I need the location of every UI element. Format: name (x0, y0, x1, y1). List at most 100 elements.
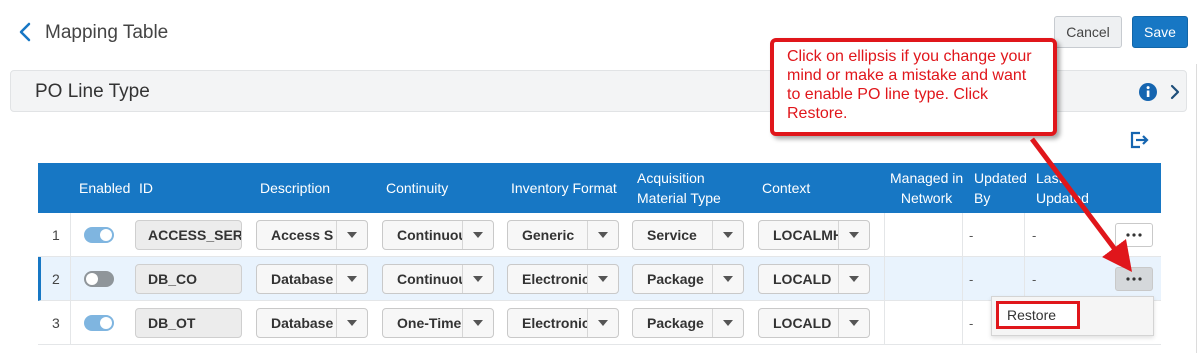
ellipsis-icon (1126, 277, 1142, 281)
row-number: 1 (52, 227, 60, 243)
back-arrow-icon[interactable] (14, 20, 38, 44)
col-managed-line2: Network (900, 190, 953, 206)
col-acquisition-material-type[interactable]: Acquisition Material Type (637, 163, 721, 213)
ellipsis-icon (1126, 233, 1142, 237)
col-description[interactable]: Description (260, 163, 330, 213)
toggle-knob (100, 317, 112, 329)
context-value: LOCALD (759, 309, 839, 337)
restore-menu-item[interactable]: Restore (996, 301, 1080, 329)
updated-by-value: - (969, 315, 974, 331)
cancel-button[interactable]: Cancel (1054, 16, 1122, 48)
dropdown-caret-icon (588, 309, 618, 337)
dropdown-caret-icon (713, 265, 743, 293)
dropdown-caret-icon (588, 265, 618, 293)
continuity-select[interactable]: Continuous (382, 264, 494, 294)
acquisition-material-type-value: Package (633, 265, 713, 293)
table-row[interactable]: 2 DB_CO Database Continuous Electronic P… (38, 257, 1161, 301)
inventory-format-value: Electronic (508, 265, 588, 293)
chevron-right-icon[interactable] (1166, 82, 1184, 102)
inventory-format-value: Electronic (508, 309, 588, 337)
description-select[interactable]: Database (256, 264, 368, 294)
dropdown-caret-icon (463, 221, 493, 249)
page-title: Mapping Table (45, 22, 169, 43)
description-value: Access S (257, 221, 337, 249)
row-number: 3 (52, 315, 60, 331)
divider (884, 257, 885, 301)
divider (962, 213, 963, 257)
description-value: Database (257, 309, 337, 337)
dropdown-caret-icon (463, 265, 493, 293)
updated-by-value: - (969, 227, 974, 243)
last-updated-value: - (1032, 271, 1037, 287)
col-updated-by[interactable]: Updated By (974, 163, 1027, 213)
col-updated-line1: Updated (974, 170, 1027, 186)
inventory-format-select[interactable]: Electronic (507, 308, 619, 338)
col-continuity[interactable]: Continuity (386, 163, 448, 213)
export-icon[interactable] (1128, 130, 1150, 150)
dropdown-caret-icon (839, 221, 869, 249)
context-select[interactable]: LOCALD (758, 264, 870, 294)
dropdown-caret-icon (839, 309, 869, 337)
inventory-format-select[interactable]: Generic (507, 220, 619, 250)
divider (1024, 213, 1025, 257)
row-number: 2 (52, 271, 60, 287)
description-value: Database (257, 265, 337, 293)
acquisition-material-type-value: Package (633, 309, 713, 337)
section-title: PO Line Type (35, 81, 150, 102)
divider (884, 301, 885, 345)
acquisition-material-type-select[interactable]: Service (632, 220, 744, 250)
col-inventory-format[interactable]: Inventory Format (511, 163, 617, 213)
id-field: DB_OT (135, 308, 242, 338)
description-select[interactable]: Access S (256, 220, 368, 250)
toggle-knob (86, 273, 98, 285)
continuity-value: One-Time (383, 309, 463, 337)
continuity-select[interactable]: Continuous (382, 220, 494, 250)
col-managed-in-network[interactable]: Managed in Network (890, 163, 963, 213)
continuity-value: Continuous (383, 221, 463, 249)
enabled-toggle[interactable] (84, 227, 114, 243)
info-icon[interactable] (1138, 82, 1158, 102)
divider (962, 257, 963, 301)
toggle-knob (100, 229, 112, 241)
acquisition-material-type-select[interactable]: Package (632, 264, 744, 294)
divider (70, 257, 71, 301)
dropdown-caret-icon (337, 265, 367, 293)
row-actions-ellipsis-button[interactable] (1115, 267, 1153, 291)
divider (70, 301, 71, 345)
save-button[interactable]: Save (1132, 16, 1188, 48)
row-actions-ellipsis-button[interactable] (1115, 223, 1153, 247)
continuity-value: Continuous (383, 265, 463, 293)
col-id[interactable]: ID (139, 163, 153, 213)
col-managed-line1: Managed in (890, 170, 964, 186)
table-row[interactable]: 1 ACCESS_SER Access S Continuous Generic… (38, 213, 1161, 257)
enabled-toggle[interactable] (84, 271, 114, 287)
acquisition-material-type-select[interactable]: Package (632, 308, 744, 338)
continuity-select[interactable]: One-Time (382, 308, 494, 338)
col-acquisition-line1: Acquisition (637, 170, 705, 186)
row-actions-menu: Restore (991, 296, 1154, 336)
divider (1024, 257, 1025, 301)
divider (884, 213, 885, 257)
divider (70, 213, 71, 257)
context-select[interactable]: LOCALD (758, 308, 870, 338)
dropdown-caret-icon (337, 221, 367, 249)
acquisition-material-type-value: Service (633, 221, 713, 249)
col-last-line2: Updated (1036, 190, 1089, 206)
inventory-format-value: Generic (508, 221, 588, 249)
dropdown-caret-icon (463, 309, 493, 337)
col-last-updated[interactable]: Last Updated (1036, 163, 1089, 213)
id-field: ACCESS_SER (135, 220, 242, 250)
context-select[interactable]: LOCALMH (758, 220, 870, 250)
annotation-callout: Click on ellipsis if you change your min… (770, 38, 1057, 136)
col-context[interactable]: Context (762, 163, 810, 213)
col-acquisition-line2: Material Type (637, 190, 721, 206)
col-enabled[interactable]: Enabled (79, 163, 130, 213)
description-select[interactable]: Database (256, 308, 368, 338)
divider (962, 301, 963, 345)
last-updated-value: - (1032, 227, 1037, 243)
enabled-toggle[interactable] (84, 315, 114, 331)
inventory-format-select[interactable]: Electronic (507, 264, 619, 294)
table-header: Enabled ID Description Continuity Invent… (38, 163, 1161, 213)
dropdown-caret-icon (713, 309, 743, 337)
dropdown-caret-icon (337, 309, 367, 337)
